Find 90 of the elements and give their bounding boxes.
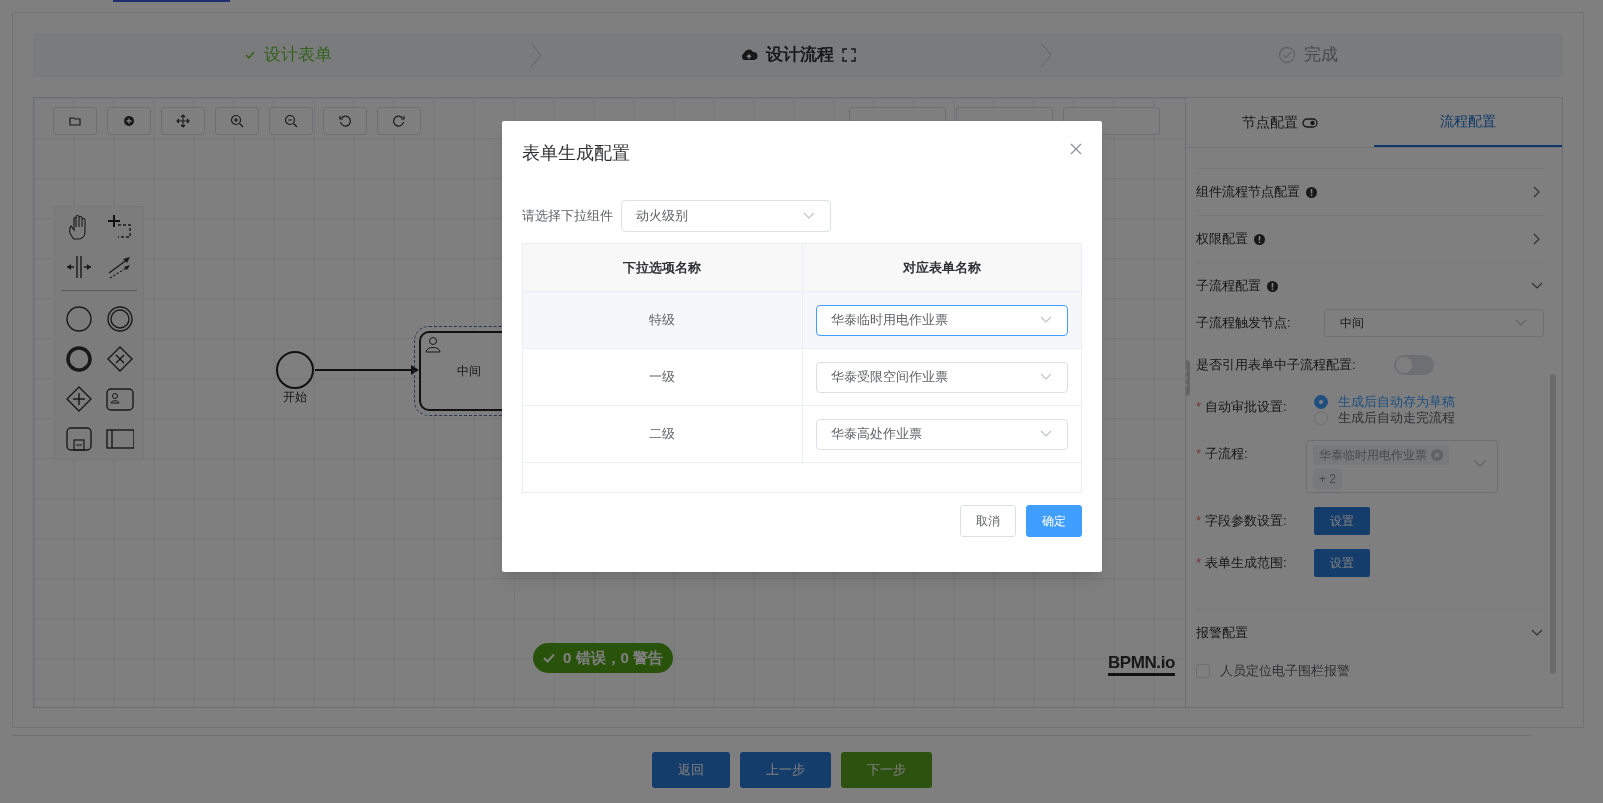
- collapse-header[interactable]: 报警配置: [1195, 609, 1544, 656]
- field-label: 子流程触发节点:: [1195, 314, 1291, 333]
- toolbar-button[interactable]: [377, 107, 421, 135]
- check-icon: [543, 652, 555, 664]
- table-cell: 二级: [523, 406, 803, 462]
- bpmn-logo[interactable]: BPMN.io: [1108, 653, 1175, 676]
- settings-button[interactable]: 设置: [1313, 549, 1370, 577]
- validation-text: 0 错误，0 警告: [563, 647, 664, 668]
- folder-icon: [68, 114, 82, 128]
- diamond-x-icon[interactable]: [105, 345, 134, 373]
- radio-label: 生成后自动存为草稿: [1337, 393, 1455, 411]
- toolbar-button[interactable]: [53, 107, 97, 135]
- space-tool-icon[interactable]: [64, 253, 93, 281]
- required-mark: *: [1195, 445, 1202, 464]
- form-select[interactable]: 华泰高处作业票: [815, 418, 1068, 450]
- required-mark: *: [1195, 398, 1202, 417]
- toggle-icon: [1301, 117, 1318, 128]
- toolbar-button[interactable]: [323, 107, 367, 135]
- toolbar-button[interactable]: [161, 107, 205, 135]
- footer-button[interactable]: 返回: [651, 752, 730, 788]
- select-value: 动火级别: [636, 207, 689, 226]
- subprocess-icon[interactable]: [64, 425, 93, 453]
- column-header: 对应表单名称: [901, 258, 982, 277]
- circle-icon[interactable]: [64, 305, 93, 333]
- warning-icon: [1266, 280, 1278, 292]
- field-label: 子流程:: [1205, 445, 1248, 464]
- section-title: 权限配置: [1195, 230, 1248, 249]
- undo-icon: [338, 114, 352, 128]
- field-label: 表单生成范围:: [1205, 554, 1287, 573]
- section-title: 报警配置: [1195, 624, 1248, 643]
- radio-button[interactable]: [1313, 395, 1328, 409]
- double-circle-icon[interactable]: [105, 305, 134, 333]
- collapse-header[interactable]: 组件流程节点配置: [1195, 168, 1544, 215]
- section-title: 子流程配置: [1195, 277, 1261, 296]
- collapse-header[interactable]: 子流程配置: [1195, 262, 1544, 309]
- checkbox-label: 人员定位电子围栏报警: [1219, 662, 1350, 681]
- table-cell: 特级: [523, 292, 803, 348]
- dialog-title: 表单生成配置: [522, 141, 631, 165]
- table-row[interactable]: 一级 华泰受限空间作业票: [523, 349, 1081, 406]
- diamond-plus-icon[interactable]: [64, 385, 93, 413]
- check-circle-icon: [1278, 46, 1296, 64]
- toolbar-button[interactable]: [269, 107, 313, 135]
- trigger-node-select[interactable]: 中间: [1323, 309, 1544, 337]
- required-mark: *: [1195, 512, 1202, 531]
- cloud-upload-icon: [740, 48, 758, 62]
- select-value: 华泰受限空间作业票: [830, 368, 949, 387]
- warning-icon: [1305, 186, 1317, 198]
- table-cell: 一级: [523, 349, 803, 405]
- lasso-tool-icon[interactable]: [105, 213, 134, 241]
- fullscreen-icon[interactable]: [842, 48, 856, 62]
- settings-button[interactable]: 设置: [1313, 507, 1370, 535]
- step-title[interactable]: 设计流程: [766, 42, 834, 68]
- warning-icon: [1253, 233, 1265, 245]
- step-separator-icon: [529, 42, 543, 68]
- dialog-button[interactable]: 确定: [1026, 505, 1082, 537]
- start-event[interactable]: [275, 350, 315, 390]
- table-row[interactable]: 特级 华泰临时用电作业票: [523, 292, 1081, 349]
- select-value: 华泰临时用电作业票: [830, 311, 949, 330]
- select-value: 中间: [1339, 315, 1365, 332]
- select-label: 请选择下拉组件: [522, 207, 613, 226]
- zoom-out-icon: [284, 114, 298, 128]
- panel-tab[interactable]: 流程配置: [1374, 98, 1562, 147]
- thick-circle-icon[interactable]: [64, 345, 93, 373]
- start-label: 开始: [282, 389, 308, 406]
- zoom-in-icon: [230, 114, 244, 128]
- required-mark: *: [1195, 554, 1202, 573]
- column-header: 下拉选项名称: [523, 244, 803, 291]
- field-label: 字段参数设置:: [1205, 512, 1287, 531]
- toolbar-button[interactable]: [215, 107, 259, 135]
- close-icon[interactable]: [1070, 143, 1082, 155]
- collapse-header[interactable]: 权限配置: [1195, 215, 1544, 262]
- panel-tab[interactable]: 节点配置: [1185, 98, 1374, 147]
- move-icon: [176, 114, 190, 128]
- plus-circle-icon: [122, 114, 136, 128]
- form-select[interactable]: 华泰受限空间作业票: [815, 361, 1068, 393]
- user-icon: [424, 335, 442, 353]
- section-title: 组件流程节点配置: [1195, 183, 1300, 202]
- redo-icon: [392, 114, 406, 128]
- component-select[interactable]: 动火级别: [621, 200, 831, 232]
- radio-label: 生成后自动走完流程: [1337, 409, 1455, 428]
- field-label: 自动审批设置:: [1205, 398, 1287, 417]
- check-icon: [244, 49, 256, 61]
- user-task-icon[interactable]: [105, 385, 134, 413]
- form-select[interactable]: 华泰临时用电作业票: [815, 304, 1068, 336]
- step-separator-icon: [1039, 42, 1053, 68]
- field-label: 是否引用表单中子流程配置:: [1195, 356, 1356, 375]
- select-value: 华泰高处作业票: [830, 425, 923, 444]
- table-row[interactable]: 二级 华泰高处作业票: [523, 406, 1081, 463]
- toolbar-button[interactable]: [107, 107, 151, 135]
- dialog-button[interactable]: 取消: [960, 505, 1016, 537]
